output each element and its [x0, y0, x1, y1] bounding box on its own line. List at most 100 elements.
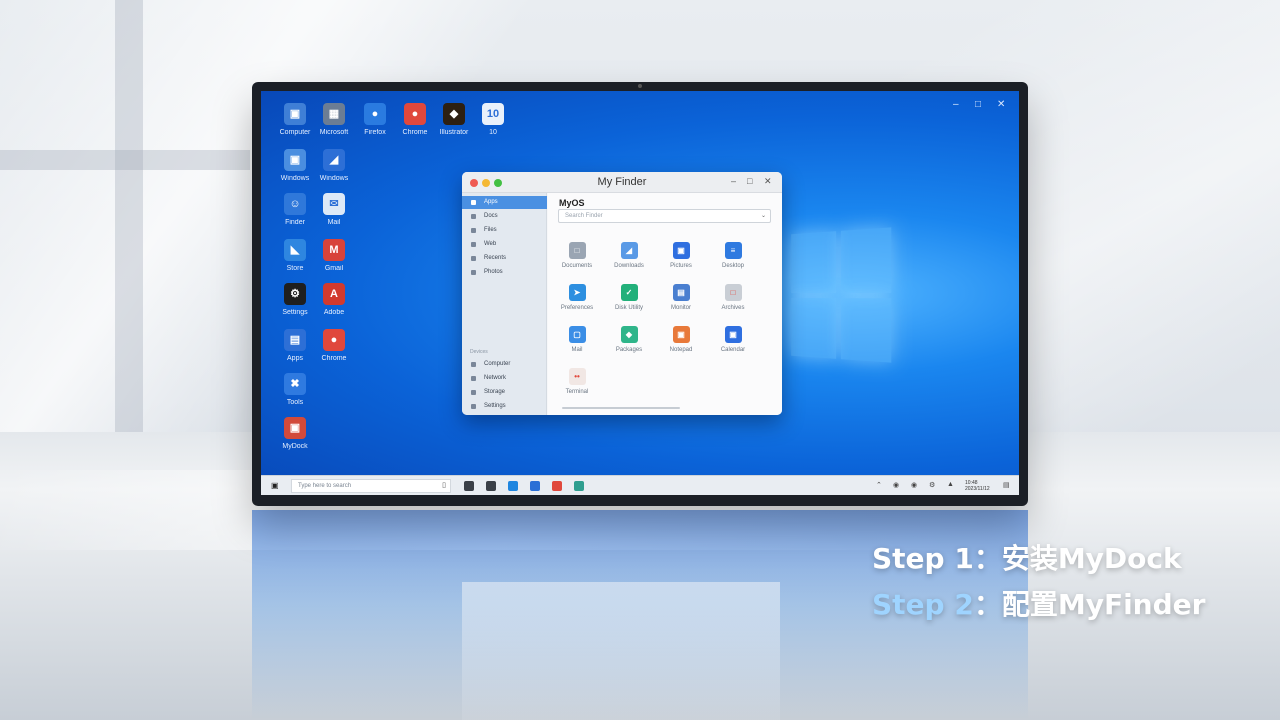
app-icon: ◢: [323, 149, 345, 171]
window-frame-shadow: [115, 0, 143, 440]
sidebar-item-label: Web: [484, 241, 497, 247]
desktop-icon-label: MyDock: [282, 443, 308, 450]
settings-icon[interactable]: ⚙: [929, 481, 935, 489]
app-label: Archives: [721, 305, 745, 311]
app-icon: ▣: [672, 326, 690, 343]
sidebar-item[interactable]: Photos: [462, 266, 547, 279]
minimize-icon[interactable]: –: [953, 99, 959, 110]
finder-app-item[interactable]: ➤ Preferences: [552, 284, 602, 311]
app-icon: ✓: [620, 284, 638, 301]
sidebar-item[interactable]: Settings: [462, 400, 547, 413]
store-icon[interactable]: [530, 481, 540, 491]
window-reflection: [462, 582, 780, 720]
taskbar-search-input[interactable]: Type here to search ▯: [291, 479, 451, 493]
finder-search-input[interactable]: Search Finder ⌄: [558, 209, 771, 223]
chevron-up-icon[interactable]: ⌃: [876, 481, 882, 489]
finder-app-item[interactable]: ▢ Mail: [552, 326, 602, 353]
finder-app-item[interactable]: ▣ Calendar: [708, 326, 758, 353]
desktop-icon[interactable]: ▣ MyDock: [270, 417, 320, 450]
app-label: Pictures: [670, 263, 692, 269]
desktop-icon[interactable]: M Gmail: [309, 239, 359, 272]
app-label: Packages: [615, 347, 643, 353]
finder-search-placeholder: Search Finder: [565, 213, 603, 219]
finder-app-item[interactable]: □ Archives: [708, 284, 758, 311]
app-icon: A: [323, 283, 345, 305]
start-icon[interactable]: ▣: [271, 481, 280, 490]
finder-app-item[interactable]: ✓ Disk Utility: [604, 284, 654, 311]
sidebar-item[interactable]: Apps: [462, 196, 547, 209]
app-icon: ●: [323, 329, 345, 351]
finder-app-item[interactable]: ◢ Downloads: [604, 242, 654, 269]
volume-icon[interactable]: ◉: [911, 481, 917, 489]
clock-date: 2023/11/12: [965, 486, 990, 492]
app-icon: ▤: [672, 284, 690, 301]
desktop-icon[interactable]: ✖ Tools: [270, 373, 320, 406]
finder-window[interactable]: My Finder – □ ✕ Apps Docs Files Web Recents P…: [462, 172, 782, 415]
folder-icon: [471, 200, 476, 205]
finder-icon[interactable]: [574, 481, 584, 491]
sidebar-item[interactable]: Recents: [462, 252, 547, 265]
chrome-icon[interactable]: [552, 481, 562, 491]
network-icon[interactable]: ◉: [893, 481, 899, 489]
desktop-icon[interactable]: 10 10: [468, 103, 518, 136]
file-explorer-icon[interactable]: [486, 481, 496, 491]
task-view-icon[interactable]: [464, 481, 474, 491]
app-icon: ▣: [284, 417, 306, 439]
app-label: Desktop: [721, 263, 744, 269]
desktop-icon[interactable]: ● Chrome: [309, 329, 359, 362]
app-label: Calendar: [720, 347, 746, 353]
sidebar-item[interactable]: Network: [462, 372, 547, 385]
sidebar-item-label: Computer: [484, 361, 511, 367]
finder-app-item[interactable]: □ Documents: [552, 242, 602, 269]
notification-icon[interactable]: ▤: [1003, 481, 1010, 489]
app-icon: ◆: [443, 103, 465, 125]
app-icon: ▤: [284, 329, 306, 351]
microphone-icon[interactable]: ▯: [442, 480, 446, 492]
step-2-caption: Step 2：配置MyFinder: [872, 583, 1205, 623]
app-icon: 10: [482, 103, 504, 125]
finder-app-item[interactable]: ◆ Packages: [604, 326, 654, 353]
finder-main: MyOS Search Finder ⌄ □ Documents ◢ Download…: [548, 193, 782, 415]
restore-icon[interactable]: □: [747, 176, 752, 186]
finder-app-item[interactable]: ▣ Pictures: [656, 242, 706, 269]
finder-app-item[interactable]: ▣ Notepad: [656, 326, 706, 353]
app-icon: ●: [364, 103, 386, 125]
app-icon: ▢: [568, 326, 586, 343]
horizontal-scrollbar[interactable]: [562, 407, 680, 409]
sidebar-item[interactable]: Storage: [462, 386, 547, 399]
desktop-icon[interactable]: ✉ Mail: [309, 193, 359, 226]
wifi-icon[interactable]: ▲: [947, 481, 954, 488]
desktop-screen: – □ ✕ ▣ Computer ▦ Microsoft ● Firefox ● Chrome…: [261, 91, 1019, 495]
windows-logo-wallpaper: [791, 227, 892, 363]
sidebar-section-heading: Devices: [470, 349, 488, 355]
chevron-down-icon[interactable]: ⌄: [761, 210, 766, 222]
folder-icon: [471, 242, 476, 247]
app-icon: M: [323, 239, 345, 261]
sidebar-item[interactable]: Docs: [462, 210, 547, 223]
desktop-icon-label: Windows: [319, 175, 349, 182]
desktop-icon-label: Tools: [286, 399, 304, 406]
sidebar-item-label: Apps: [484, 199, 498, 205]
finder-app-item[interactable]: •• Terminal: [552, 368, 602, 395]
desktop-icon-label: 10: [489, 129, 497, 136]
sidebar-item[interactable]: Web: [462, 238, 547, 251]
close-icon[interactable]: ✕: [764, 176, 772, 187]
finder-app-item[interactable]: ≡ Desktop: [708, 242, 758, 269]
app-icon: ●: [404, 103, 426, 125]
finder-app-item[interactable]: ▤ Monitor: [656, 284, 706, 311]
taskbar: ▣ Type here to search ▯ ⌃ ◉ ◉ ⚙ ▲ 10:48 …: [261, 475, 1019, 495]
restore-icon[interactable]: □: [975, 99, 981, 110]
desktop-icon-label: Chrome: [321, 355, 347, 362]
taskbar-clock[interactable]: 10:48 2023/11/12: [965, 480, 990, 492]
minimize-icon[interactable]: –: [731, 176, 736, 186]
step-1-caption: Step 1：安装MyDock: [872, 537, 1182, 577]
desktop-icon[interactable]: A Adobe: [309, 283, 359, 316]
folder-icon: [471, 214, 476, 219]
sidebar-item-label: Recents: [484, 255, 507, 261]
edge-icon[interactable]: [508, 481, 518, 491]
desktop-icon[interactable]: ◢ Windows: [309, 149, 359, 182]
sidebar-item[interactable]: Files: [462, 224, 547, 237]
finder-titlebar[interactable]: My Finder – □ ✕: [462, 172, 782, 193]
sidebar-item[interactable]: Computer: [462, 358, 547, 371]
close-icon[interactable]: ✕: [997, 99, 1005, 110]
